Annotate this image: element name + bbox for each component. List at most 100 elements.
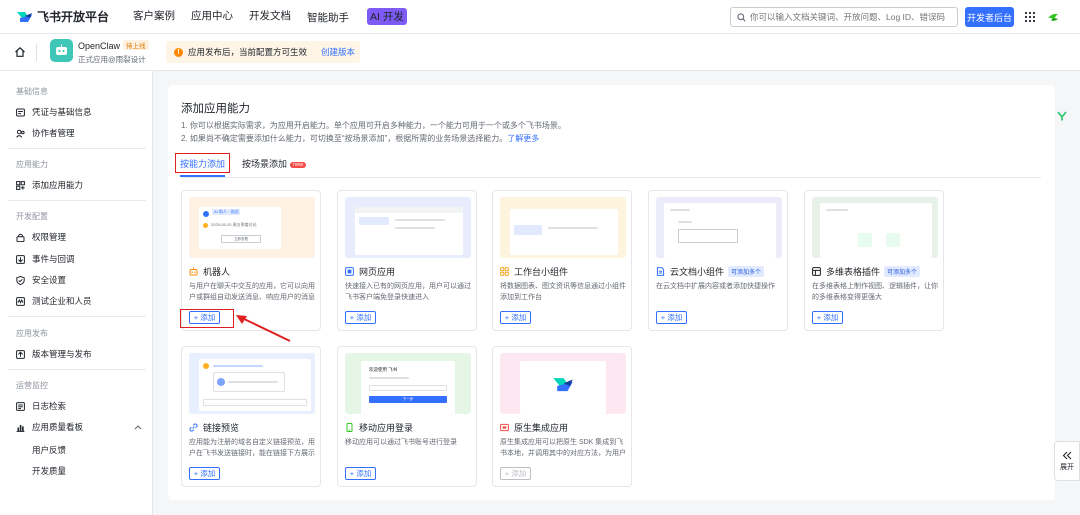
sidebar-divider — [8, 148, 146, 149]
base-plugin-preview — [812, 197, 938, 258]
preview-logo — [217, 378, 225, 386]
top-bar: 飞书开放平台 客户案例 应用中心 开发文档 智能助手 AI 开发 开发者后台 — [0, 0, 1080, 34]
sidebar-item-label: 安全设置 — [32, 275, 67, 285]
search-input[interactable] — [750, 12, 950, 22]
sidebar-item-logs[interactable]: 日志检索 — [16, 399, 66, 413]
capability-card-workbench-widget[interactable]: 工作台小组件 将数据图表、图文资讯等信息通过小组件添加到工作台 + 添加 — [492, 190, 632, 331]
capability-card-link-preview[interactable]: 链接预览 应用能为注册的域名自定义链接预览，用户在飞书发送链接时，能在链接下方展… — [181, 346, 321, 487]
login-title: 欢迎使用 飞书 — [369, 367, 398, 372]
nav-assistant[interactable]: 智能助手 AI 开发 — [307, 8, 423, 25]
add-widget-button[interactable]: + 添加 — [500, 311, 531, 324]
chat-window — [199, 359, 311, 411]
chart-icon — [16, 424, 25, 432]
sidebar-item-label: 应用质量看板 — [32, 422, 84, 432]
doc-widget-preview — [656, 197, 782, 258]
sidebar-item-test-tenant[interactable]: 测试企业和人员 — [16, 294, 92, 308]
sidebar-item-add-capability[interactable]: 添加应用能力 — [16, 178, 83, 192]
capability-card-mobile-login[interactable]: 欢迎使用 飞书 下一步 移动应用登录 移动应用可以通过飞书账号进行登录 + 添加 — [337, 346, 477, 487]
sidebar-item-permissions[interactable]: 权限管理 — [16, 230, 66, 244]
robot-preview: AI 助人 · 测试 2025-05-20 周五季度讨论 立即查看 — [189, 197, 315, 258]
add-native-app-button[interactable]: + 添加 — [500, 467, 531, 480]
sidebar-divider — [8, 369, 146, 370]
add-capability-icon — [16, 180, 25, 190]
card-desc: 在云文档中扩展内容或者添加快捷操作 — [656, 283, 775, 290]
bot-action-button: 立即查看 — [221, 235, 261, 243]
test-icon — [16, 296, 25, 306]
chevron-up-icon[interactable] — [134, 424, 142, 430]
webapp-menu-item — [359, 217, 389, 225]
sidebar-item-security[interactable]: 安全设置 — [16, 273, 66, 287]
card-title: 网页应用 — [345, 265, 395, 278]
capability-card-base-plugin[interactable]: 多维表格插件 可添加多个 在多维表格上制作视图、逻辑插件，让你的多维表格变得更强… — [804, 190, 944, 331]
card-desc: 移动应用可以通过飞书账号进行登录 — [345, 439, 457, 446]
floating-y-icon[interactable] — [1056, 110, 1068, 122]
preview-card — [213, 372, 285, 392]
capability-card-webapp[interactable]: 网页应用 快速接入已有的网页应用，用户可以通过飞书客户端免登录快速进入 + 添加 — [337, 190, 477, 331]
shield-icon — [16, 275, 25, 285]
add-doc-widget-button[interactable]: + 添加 — [656, 311, 687, 324]
expand-panel-button[interactable]: 展开 — [1054, 441, 1080, 481]
multi-add-badge: 可添加多个 — [884, 266, 921, 277]
sidebar-item-label: 版本管理与发布 — [32, 349, 92, 359]
native-app-preview — [500, 353, 626, 414]
create-version-link[interactable]: 创建版本 — [321, 46, 355, 58]
capability-card-doc-widget[interactable]: 云文档小组件 可添加多个 在云文档中扩展内容或者添加快捷操作 + 添加 — [648, 190, 788, 331]
sidebar-subitem-feedback[interactable]: 用户反馈 — [32, 444, 66, 456]
new-badge: new — [290, 162, 307, 168]
sidebar-item-label: 事件与回调 — [32, 254, 75, 264]
app-type: 正式应用@雨裂设计 — [78, 55, 146, 64]
page-desc-2-text: 2. 如果尚不确定需要添加什么能力，可切换至“按场景添加”，根据所需的业务场景选… — [181, 134, 508, 143]
widget-window — [510, 209, 618, 255]
card-title-text: 云文档小组件 — [670, 267, 725, 277]
nav-app-center[interactable]: 应用中心 — [191, 8, 233, 25]
sidebar-item-collaborators[interactable]: 协作者管理 — [16, 126, 75, 140]
sidebar-subitem-dev-quality[interactable]: 开发质量 — [32, 465, 66, 477]
top-nav: 客户案例 应用中心 开发文档 智能助手 AI 开发 — [133, 8, 439, 25]
status-badge: 待上线 — [123, 40, 149, 50]
notice-text: 应用发布后，当前配置方可生效 — [188, 47, 308, 57]
learn-more-link[interactable]: 了解更多 — [507, 134, 539, 143]
placeholder-line — [826, 209, 848, 211]
assistant-bird-icon[interactable] — [1046, 10, 1060, 24]
app-robot-icon — [56, 44, 67, 55]
tab-by-capability[interactable]: 按能力添加 — [175, 153, 230, 173]
link-preview-preview — [189, 353, 315, 414]
card-title: 移动应用登录 — [345, 421, 413, 434]
sidebar-group-dev-config: 开发配置 — [16, 212, 48, 221]
developer-console-button[interactable]: 开发者后台 — [965, 7, 1014, 27]
tab-active-indicator — [180, 175, 225, 177]
bot-message: 2025-05-20 周五季度讨论 — [211, 222, 257, 227]
placeholder-line — [670, 209, 690, 211]
card-desc: 原生集成应用可以把原生 SDK 集成到飞书本地，并调用其中的对应方法，为用户提供… — [500, 439, 626, 457]
sidebar-item-quality[interactable]: 应用质量看板 — [16, 420, 142, 434]
card-title: 云文档小组件 可添加多个 — [656, 265, 765, 278]
tab-by-scenario[interactable]: 按场景添加 new — [242, 157, 307, 170]
capability-card-native-app[interactable]: 原生集成应用 原生集成应用可以把原生 SDK 集成到飞书本地，并调用其中的对应方… — [492, 346, 632, 487]
placeholder-line — [395, 227, 435, 229]
add-base-plugin-button[interactable]: + 添加 — [812, 311, 843, 324]
webapp-window — [355, 207, 463, 255]
app-avatar — [50, 39, 73, 62]
app-name-label: OpenClaw — [78, 41, 121, 51]
widget-icon — [500, 267, 509, 276]
bot-avatar — [203, 211, 209, 217]
nav-cases[interactable]: 客户案例 — [133, 8, 175, 25]
add-webapp-button[interactable]: + 添加 — [345, 311, 376, 324]
card-title: 工作台小组件 — [500, 265, 568, 278]
search-box[interactable] — [730, 7, 958, 27]
sidebar-item-events[interactable]: 事件与回调 — [16, 252, 75, 266]
bot-name: AI 助人 · 测试 — [212, 209, 241, 215]
card-title-text: 工作台小组件 — [514, 267, 569, 277]
add-mobile-login-button[interactable]: + 添加 — [345, 467, 376, 480]
sidebar-item-versions[interactable]: 版本管理与发布 — [16, 347, 92, 361]
home-icon[interactable] — [14, 46, 26, 58]
webapp-preview — [345, 197, 471, 258]
sidebar-item-credentials[interactable]: 凭证与基础信息 — [16, 105, 92, 119]
nav-docs[interactable]: 开发文档 — [249, 8, 291, 25]
log-icon — [16, 401, 25, 411]
add-link-preview-button[interactable]: + 添加 — [189, 467, 220, 480]
apps-grid-icon[interactable] — [1024, 11, 1036, 23]
double-chevron-left-icon — [1062, 451, 1072, 459]
brand-logo[interactable]: 飞书开放平台 — [16, 8, 109, 25]
users-icon — [16, 129, 25, 138]
